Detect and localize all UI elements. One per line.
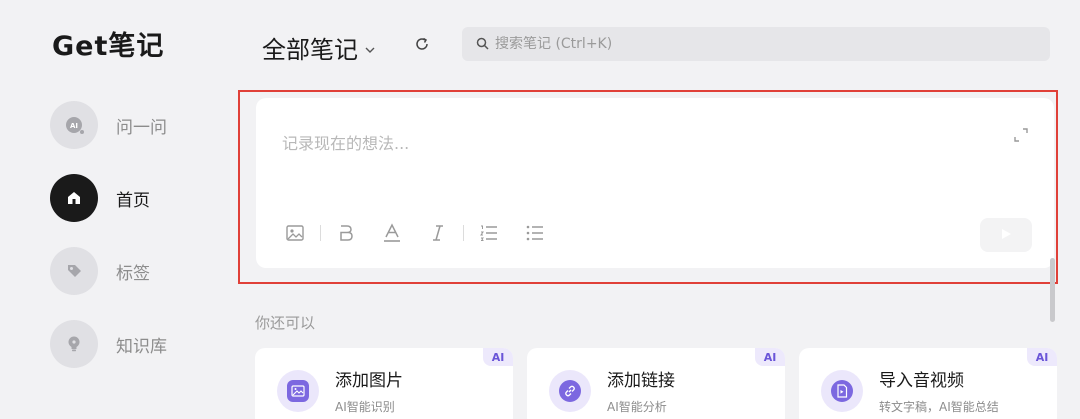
app-logo[interactable]: Get笔记 bbox=[52, 24, 164, 63]
bullet-list-icon[interactable] bbox=[524, 222, 546, 244]
sidebar-item-label: 知识库 bbox=[116, 336, 167, 357]
card-subtitle: 转文字稿，AI智能总结 bbox=[879, 400, 999, 414]
search-bar[interactable] bbox=[462, 27, 1050, 61]
send-button[interactable] bbox=[980, 218, 1032, 252]
card-subtitle: AI智能分析 bbox=[607, 400, 667, 414]
ordered-list-icon[interactable] bbox=[478, 222, 500, 244]
bold-icon[interactable] bbox=[335, 222, 357, 244]
note-input[interactable] bbox=[282, 130, 962, 170]
ai-icon: AI bbox=[50, 101, 98, 149]
expand-icon[interactable] bbox=[1012, 126, 1030, 148]
toolbar-divider bbox=[320, 225, 321, 241]
editor-toolbar bbox=[284, 222, 546, 244]
sidebar-item-label: 问一问 bbox=[116, 117, 167, 138]
notes-filter-dropdown[interactable]: 全部笔记 bbox=[262, 30, 376, 65]
sidebar-item-ask[interactable]: AI 问一问 bbox=[50, 101, 167, 149]
svg-text:AI: AI bbox=[70, 122, 78, 130]
import-media-card[interactable]: 导入音视频 转文字稿，AI智能总结 AI bbox=[799, 348, 1057, 419]
section-title: 你还可以 bbox=[255, 314, 316, 332]
add-link-card[interactable]: 添加链接 AI智能分析 AI bbox=[527, 348, 785, 419]
note-editor bbox=[256, 98, 1054, 268]
image-icon[interactable] bbox=[284, 222, 306, 244]
text-color-icon[interactable] bbox=[381, 222, 403, 244]
sidebar-item-home[interactable]: 首页 bbox=[50, 174, 150, 222]
send-icon bbox=[999, 226, 1013, 245]
ai-badge: AI bbox=[483, 348, 513, 366]
sidebar-item-label: 标签 bbox=[116, 263, 150, 284]
ai-badge: AI bbox=[755, 348, 785, 366]
card-title: 导入音视频 bbox=[879, 371, 964, 391]
search-icon bbox=[476, 35, 489, 54]
ai-badge: AI bbox=[1027, 348, 1057, 366]
scrollbar-thumb[interactable] bbox=[1050, 258, 1055, 322]
tag-icon bbox=[50, 247, 98, 295]
toolbar-divider bbox=[463, 225, 464, 241]
chevron-down-icon bbox=[364, 34, 376, 62]
page-title: 全部笔记 bbox=[262, 36, 358, 64]
sidebar-item-label: 首页 bbox=[116, 190, 150, 211]
sidebar-item-knowledge[interactable]: 知识库 bbox=[50, 320, 167, 368]
file-icon bbox=[821, 370, 863, 412]
picture-icon bbox=[277, 370, 319, 412]
card-subtitle: AI智能识别 bbox=[335, 400, 395, 414]
card-title: 添加链接 bbox=[607, 371, 675, 391]
bulb-icon bbox=[50, 320, 98, 368]
home-icon bbox=[50, 174, 98, 222]
sidebar-item-tags[interactable]: 标签 bbox=[50, 247, 150, 295]
search-input[interactable] bbox=[495, 36, 1015, 52]
link-icon bbox=[549, 370, 591, 412]
refresh-icon[interactable] bbox=[411, 33, 433, 55]
add-image-card[interactable]: 添加图片 AI智能识别 AI bbox=[255, 348, 513, 419]
sidebar: Get笔记 AI 问一问 首页 标签 知识库 bbox=[0, 0, 230, 419]
italic-icon[interactable] bbox=[427, 222, 449, 244]
card-title: 添加图片 bbox=[335, 371, 403, 391]
